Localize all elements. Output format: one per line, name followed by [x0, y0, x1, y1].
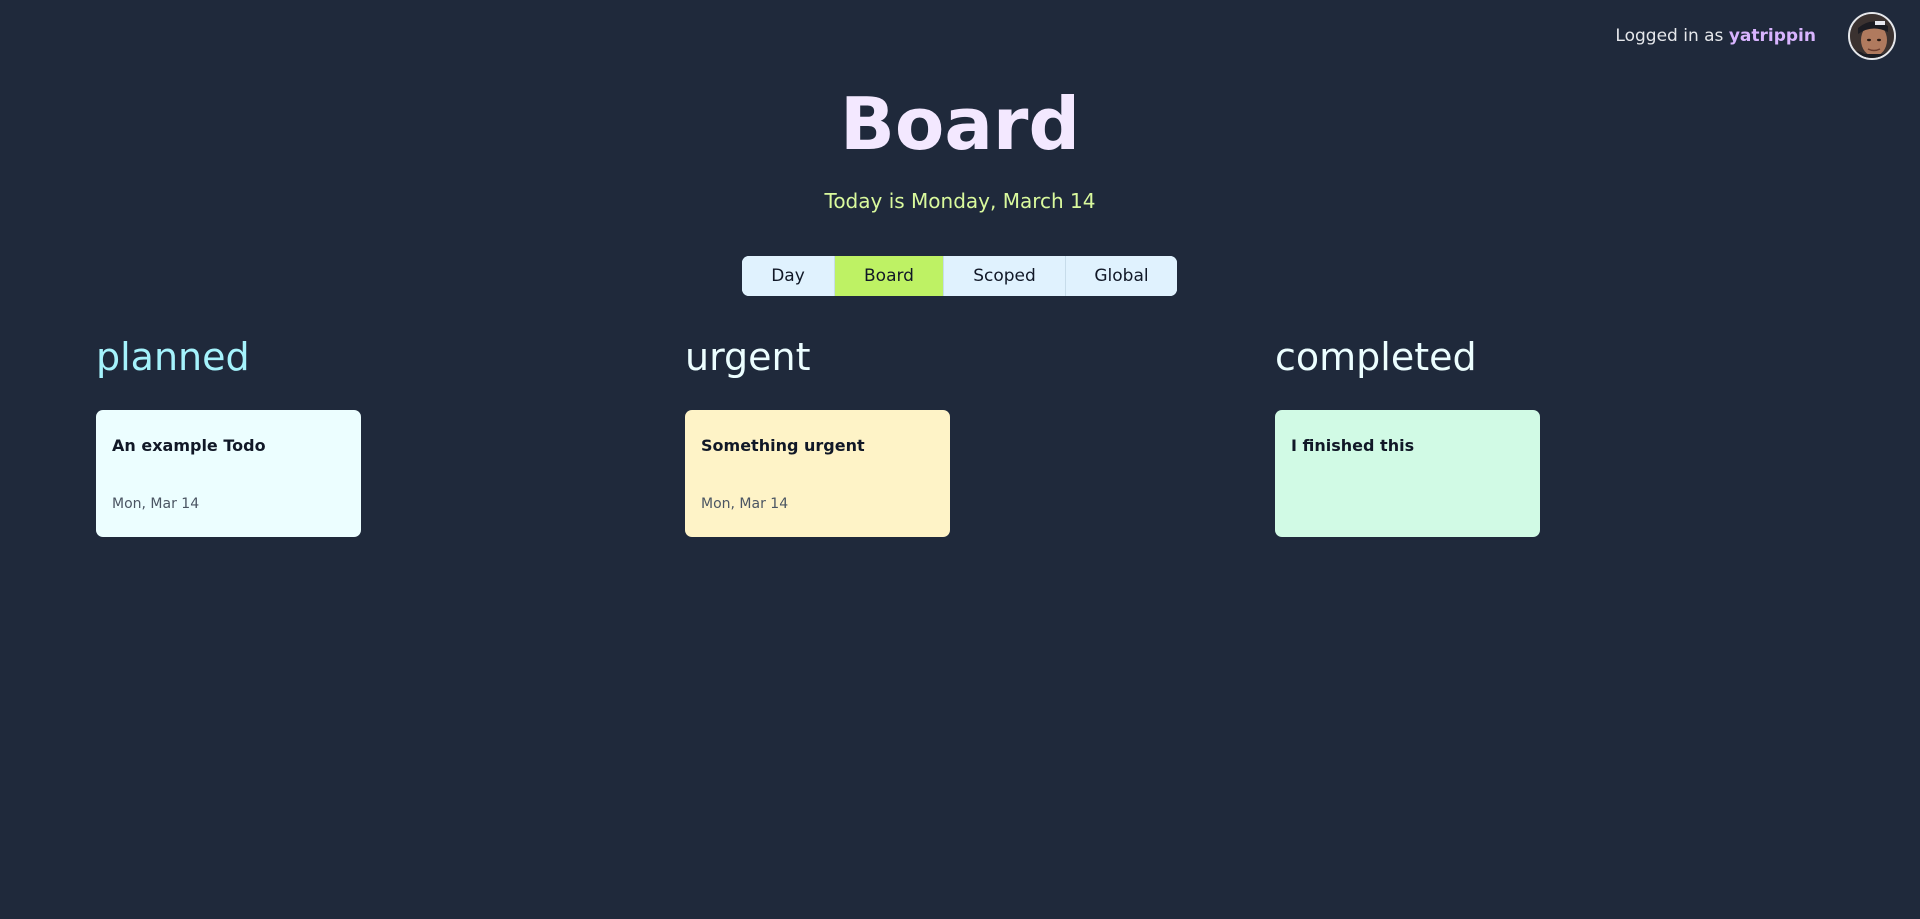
user-area: Logged in as yatrippin: [1615, 12, 1896, 60]
tab-scoped[interactable]: Scoped: [944, 256, 1066, 296]
login-status: Logged in as yatrippin: [1615, 26, 1816, 46]
card-date: Mon, Mar 14: [701, 496, 789, 512]
avatar-photo-icon: [1850, 14, 1894, 58]
tab-global[interactable]: Global: [1066, 256, 1177, 296]
column-heading-planned: planned: [96, 335, 250, 379]
today-date-text: Today is Monday, March 14: [824, 189, 1096, 213]
card-title: Something urgent: [701, 436, 865, 455]
card-title: I finished this: [1291, 436, 1415, 455]
view-tabs: Day Board Scoped Global: [742, 256, 1177, 296]
tab-board[interactable]: Board: [835, 256, 944, 296]
avatar[interactable]: [1848, 12, 1896, 60]
column-urgent: urgent Something urgent Mon, Mar 14: [685, 332, 1205, 537]
username[interactable]: yatrippin: [1729, 26, 1816, 46]
column-planned: planned An example Todo Mon, Mar 14: [96, 332, 616, 537]
board-page: Logged in as yatrippin Board Today is Mo…: [0, 0, 1920, 919]
login-prefix: Logged in as: [1615, 26, 1724, 46]
tab-day[interactable]: Day: [742, 256, 835, 296]
column-heading-completed: completed: [1275, 335, 1477, 379]
card-title: An example Todo: [112, 436, 266, 455]
todo-card[interactable]: I finished this: [1275, 410, 1540, 537]
todo-card[interactable]: Something urgent Mon, Mar 14: [685, 410, 950, 537]
todo-card[interactable]: An example Todo Mon, Mar 14: [96, 410, 361, 537]
page-title: Board: [840, 82, 1080, 166]
column-completed: completed I finished this: [1275, 332, 1795, 537]
card-date: Mon, Mar 14: [112, 496, 200, 512]
column-heading-urgent: urgent: [685, 335, 811, 379]
